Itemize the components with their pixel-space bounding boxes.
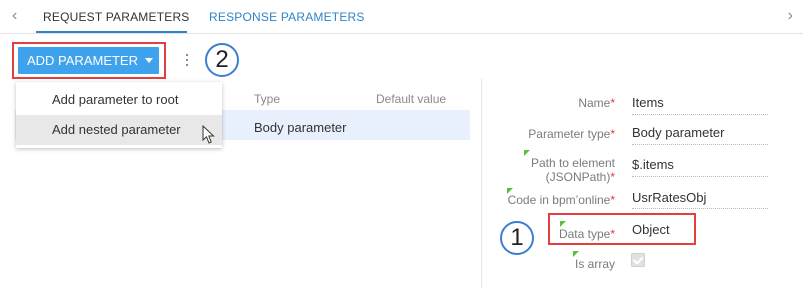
code-field-underline bbox=[632, 208, 768, 209]
column-header-type[interactable]: Type bbox=[254, 92, 280, 106]
active-tab-indicator bbox=[36, 31, 187, 33]
highlight-box-data-type bbox=[548, 213, 696, 245]
add-parameter-menu: Add parameter to root Add nested paramet… bbox=[16, 82, 222, 148]
is-array-label: Is array bbox=[574, 257, 615, 271]
more-options-icon[interactable] bbox=[185, 54, 189, 68]
hint-corner-icon bbox=[524, 150, 530, 156]
tab-request-parameters[interactable]: REQUEST PARAMETERS bbox=[43, 10, 190, 24]
menu-item-add-parameter-to-root[interactable]: Add parameter to root bbox=[16, 85, 222, 115]
is-array-checkbox[interactable] bbox=[631, 253, 645, 267]
row-type-cell: Body parameter bbox=[254, 120, 347, 135]
parameter-type-label: Parameter type* bbox=[528, 127, 615, 141]
name-label: Name* bbox=[578, 96, 615, 110]
path-label-line2: (JSONPath)* bbox=[545, 170, 615, 184]
chevron-right-icon[interactable]: › bbox=[788, 7, 793, 25]
menu-item-add-nested-parameter[interactable]: Add nested parameter bbox=[16, 115, 222, 145]
tab-response-parameters[interactable]: RESPONSE PARAMETERS bbox=[209, 10, 365, 24]
tab-bar: ‹ REQUEST PARAMETERS RESPONSE PARAMETERS… bbox=[0, 0, 803, 34]
callout-badge-2: 2 bbox=[205, 43, 239, 77]
code-field[interactable]: UsrRatesObj bbox=[632, 190, 706, 205]
highlight-box-add-parameter bbox=[12, 42, 166, 79]
parameter-type-field[interactable]: Body parameter bbox=[632, 125, 725, 140]
name-field-underline bbox=[632, 114, 768, 115]
callout-badge-1: 1 bbox=[500, 221, 534, 255]
name-field[interactable]: Items bbox=[632, 95, 664, 110]
column-header-default-value[interactable]: Default value bbox=[376, 92, 446, 106]
chevron-left-icon[interactable]: ‹ bbox=[12, 7, 17, 25]
code-label: Code in bpm’online* bbox=[507, 193, 615, 207]
parameter-type-underline bbox=[632, 144, 768, 145]
path-field[interactable]: $.items bbox=[632, 157, 674, 172]
path-field-underline bbox=[632, 176, 768, 177]
panel-divider bbox=[481, 78, 482, 288]
path-label-line1: Path to element bbox=[530, 156, 615, 170]
mouse-pointer-icon bbox=[202, 125, 215, 144]
